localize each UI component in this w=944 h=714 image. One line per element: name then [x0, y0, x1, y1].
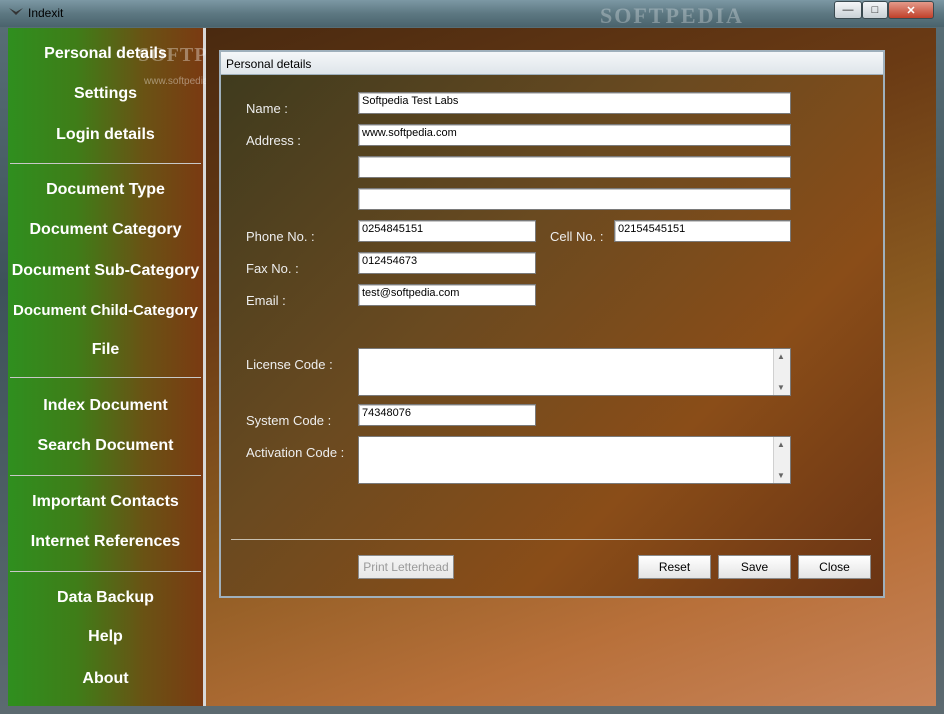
app-window: Indexit SOFTPEDIA — □ ✕ Personal details… [0, 0, 944, 714]
fax-field[interactable]: 012454673 [358, 252, 536, 274]
cell-label: Cell No. : [550, 229, 604, 244]
sidebar-item-file[interactable]: File [8, 341, 203, 359]
address-label: Address : [246, 133, 301, 148]
app-icon [9, 8, 23, 15]
window-title: Indexit [28, 6, 64, 20]
system-code-field[interactable]: 74348076 [358, 404, 536, 426]
sidebar: Personal details Settings Login details … [8, 28, 260, 706]
scroll-down-icon[interactable]: ▼ [777, 471, 785, 480]
activation-code-textarea[interactable]: ▲ ▼ [358, 436, 791, 484]
sidebar-item-important-contacts[interactable]: Important Contacts [8, 493, 203, 511]
sidebar-divider [10, 163, 201, 164]
maximize-button[interactable]: □ [862, 1, 888, 19]
sidebar-divider [10, 377, 201, 378]
license-code-textarea[interactable]: ▲ ▼ [358, 348, 791, 396]
scroll-up-icon[interactable]: ▲ [777, 352, 785, 361]
address-line2-field[interactable] [358, 156, 791, 178]
scroll-up-icon[interactable]: ▲ [777, 440, 785, 449]
phone-field[interactable]: 0254845151 [358, 220, 536, 242]
close-button[interactable]: Close [798, 555, 871, 579]
license-scrollbar[interactable]: ▲ ▼ [773, 349, 790, 395]
sidebar-divider [10, 475, 201, 476]
save-button[interactable]: Save [718, 555, 791, 579]
minimize-icon: — [842, 4, 854, 16]
print-letterhead-button[interactable]: Print Letterhead [358, 555, 454, 579]
name-label: Name : [246, 101, 288, 116]
address-line3-field[interactable] [358, 188, 791, 210]
phone-label: Phone No. : [246, 229, 315, 244]
system-code-label: System Code : [246, 413, 332, 428]
email-label: Email : [246, 293, 286, 308]
activation-label: Activation Code : [246, 445, 345, 460]
sidebar-item-login-details[interactable]: Login details [8, 126, 203, 144]
scroll-down-icon[interactable]: ▼ [777, 383, 785, 392]
close-icon: ✕ [906, 4, 916, 17]
reset-button[interactable]: Reset [638, 555, 711, 579]
license-label: License Code : [246, 357, 333, 372]
sidebar-item-help[interactable]: Help [8, 628, 203, 646]
cell-field[interactable]: 02154545151 [614, 220, 791, 242]
email-field[interactable]: test@softpedia.com [358, 284, 536, 306]
sidebar-item-search-document[interactable]: Search Document [8, 437, 203, 455]
activation-scrollbar[interactable]: ▲ ▼ [773, 437, 790, 483]
sidebar-item-about[interactable]: About [8, 670, 203, 688]
watermark: SOFTPEDIA [600, 3, 744, 28]
name-field[interactable]: Softpedia Test Labs [358, 92, 791, 114]
fax-label: Fax No. : [246, 261, 299, 276]
sidebar-item-internet-references[interactable]: Internet References [8, 533, 203, 551]
title-bar: Indexit SOFTPEDIA — □ ✕ [0, 0, 944, 28]
sidebar-item-document-type[interactable]: Document Type [8, 181, 203, 199]
sidebar-item-document-sub-category[interactable]: Document Sub-Category [8, 262, 203, 280]
dialog-divider [231, 539, 871, 540]
sidebar-item-document-category[interactable]: Document Category [8, 221, 203, 239]
close-window-button[interactable]: ✕ [888, 1, 934, 19]
address-line1-field[interactable]: www.softpedia.com [358, 124, 791, 146]
sidebar-item-document-child-category[interactable]: Document Child-Category [8, 302, 203, 319]
dialog-title: Personal details [226, 57, 312, 71]
sidebar-item-index-document[interactable]: Index Document [8, 397, 203, 415]
personal-details-dialog: Personal details Name : Softpedia Test L… [219, 50, 885, 598]
sidebar-item-settings[interactable]: Settings [8, 85, 203, 103]
minimize-button[interactable]: — [834, 1, 862, 19]
maximize-icon: □ [871, 4, 879, 16]
sidebar-divider [10, 571, 201, 572]
sidebar-item-data-backup[interactable]: Data Backup [8, 589, 203, 607]
dialog-title-bar: Personal details [221, 52, 883, 75]
